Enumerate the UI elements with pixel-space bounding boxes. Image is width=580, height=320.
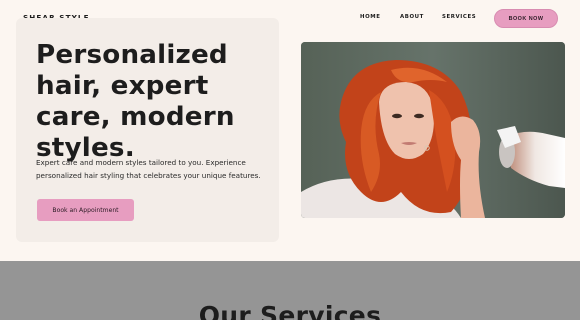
hero-photo [301,42,565,218]
hero-headline-line: Personalized [36,40,228,70]
nav-link-services[interactable]: SERVICES [442,14,476,20]
hero-headline-line: hair, expert [36,71,209,101]
services-heading: Our Services [198,301,382,320]
book-now-button[interactable]: BOOK NOW [494,9,558,28]
hero-description: Expert care and modern styles tailored t… [36,156,268,182]
book-appointment-button[interactable]: Book an Appointment [37,199,134,221]
nav-link-home[interactable]: HOME [360,14,381,20]
hero-description-line: Expert care and modern styles tailored t… [36,158,246,167]
hero-headline-line: care, modern [36,102,235,132]
hero-description-line: personalized hair styling that celebrate… [36,171,261,180]
nav-link-about[interactable]: ABOUT [400,14,424,20]
hero-headline: Personalized hair, expert care, modern s… [36,40,276,164]
hero-photo-illustration [301,42,565,218]
